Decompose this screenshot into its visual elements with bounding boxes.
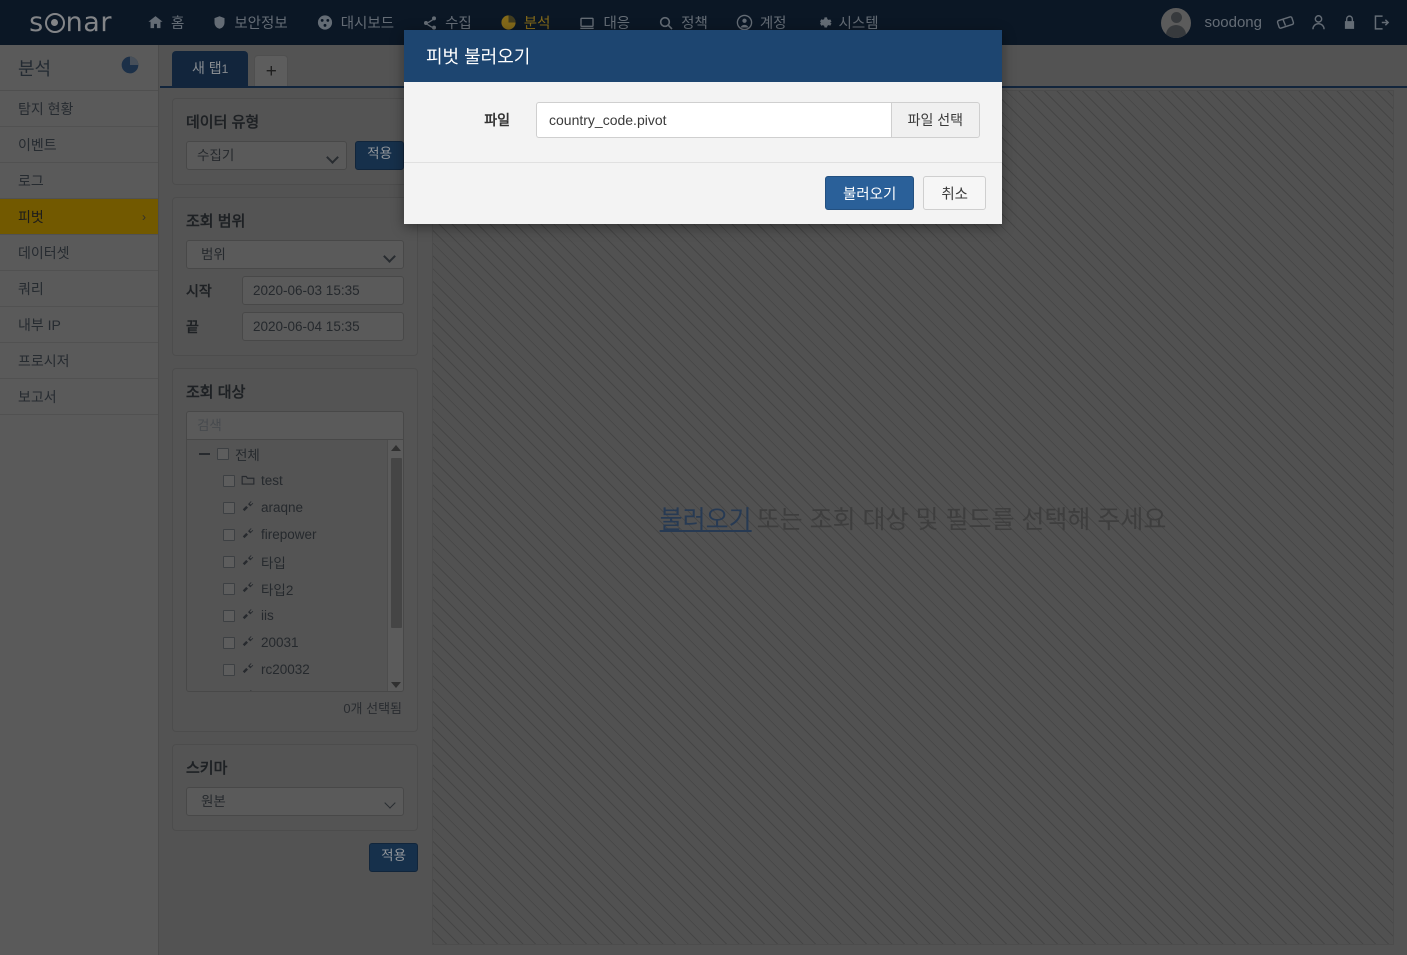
dialog-header: 피벗 불러오기 — [404, 30, 1002, 82]
pivot-load-dialog: 피벗 불러오기 파일 country_code.pivot 파일 선택 불러오기… — [404, 30, 1002, 224]
file-label: 파일 — [484, 112, 510, 128]
file-path-input[interactable]: country_code.pivot — [536, 102, 891, 138]
cancel-button[interactable]: 취소 — [923, 176, 986, 210]
dialog-footer: 불러오기 취소 — [404, 163, 1002, 224]
dialog-title: 피벗 불러오기 — [426, 47, 531, 67]
load-button[interactable]: 불러오기 — [824, 176, 915, 210]
file-select-button[interactable]: 파일 선택 — [890, 102, 980, 138]
dialog-body: 파일 country_code.pivot 파일 선택 — [404, 82, 1002, 163]
file-input-group: country_code.pivot 파일 선택 — [536, 102, 980, 138]
